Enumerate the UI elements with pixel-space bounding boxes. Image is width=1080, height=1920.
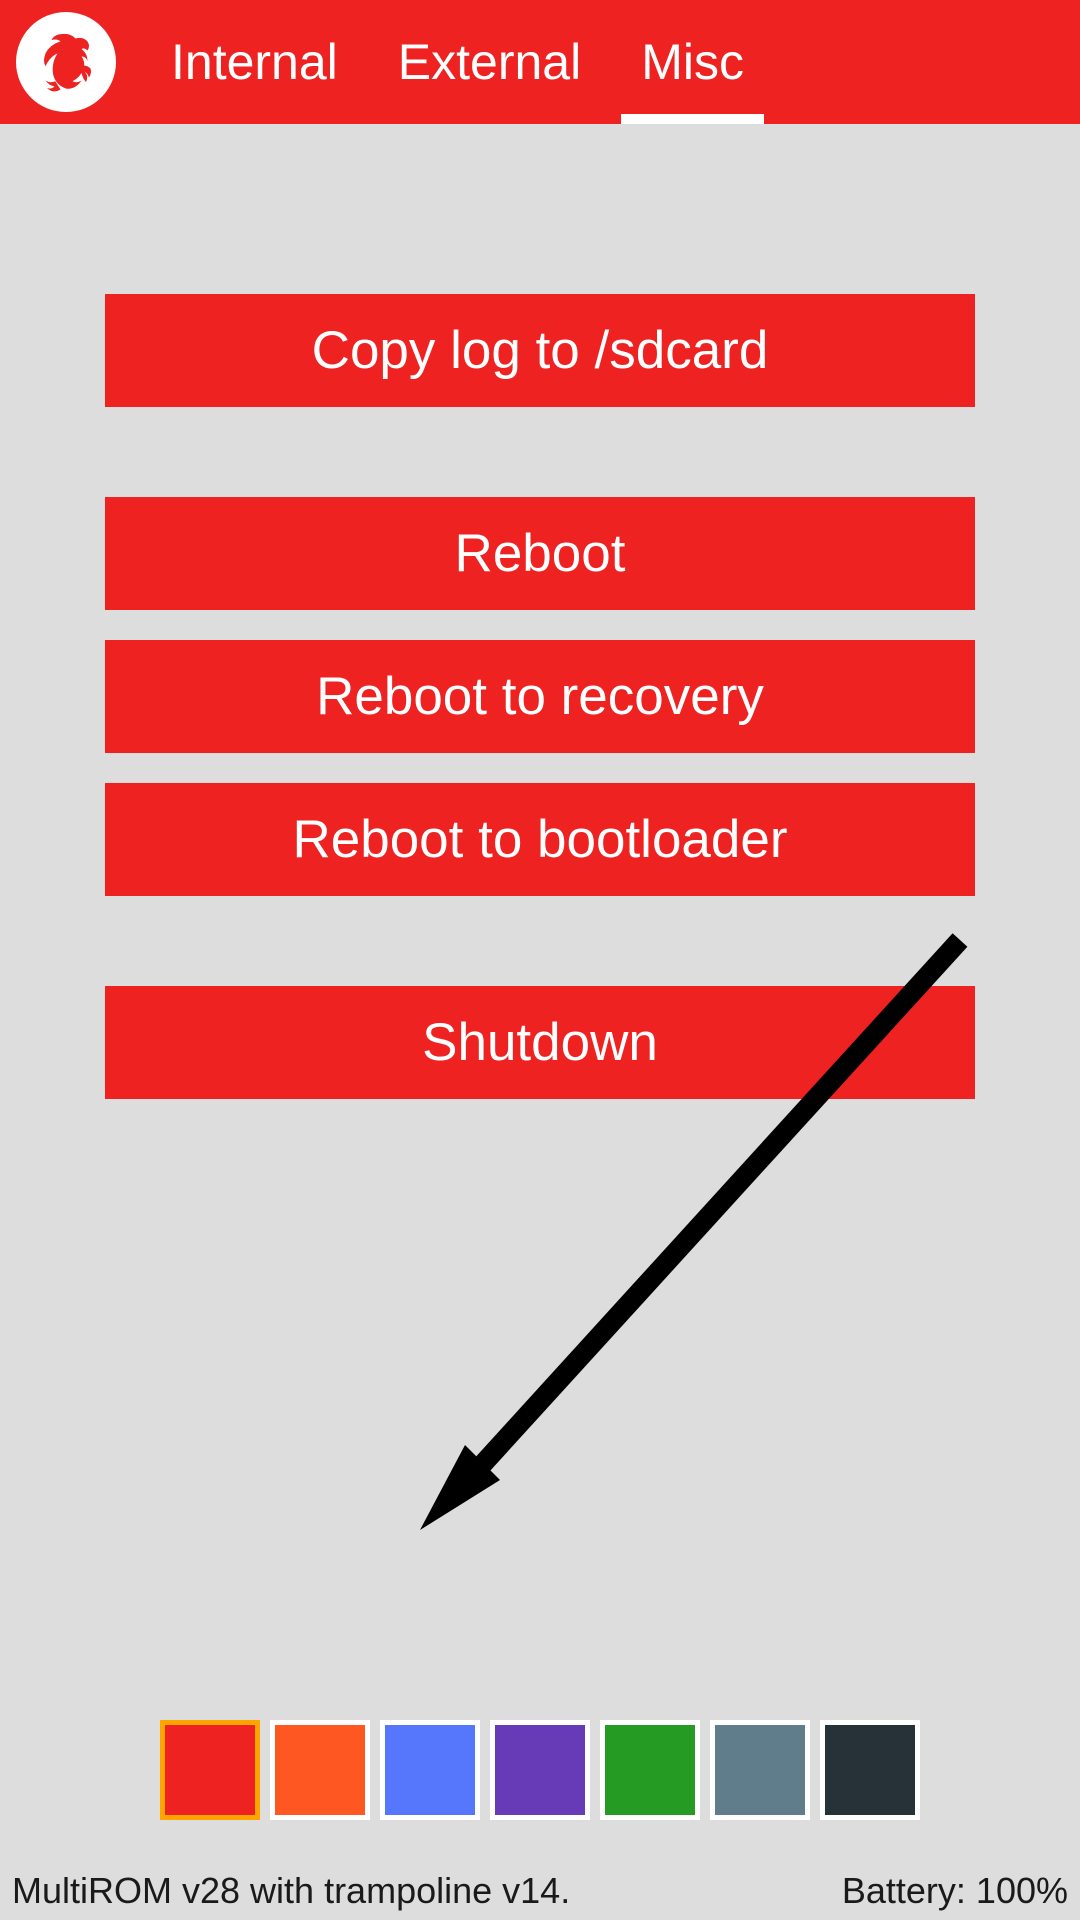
- tab-external[interactable]: External: [368, 0, 611, 124]
- reboot-button[interactable]: Reboot: [105, 497, 975, 610]
- copy-log-button[interactable]: Copy log to /sdcard: [105, 294, 975, 407]
- color-swatch-red[interactable]: [160, 1720, 260, 1820]
- battery-text: Battery: 100%: [842, 1870, 1068, 1912]
- color-swatch-purple[interactable]: [490, 1720, 590, 1820]
- shutdown-button[interactable]: Shutdown: [105, 986, 975, 1099]
- tab-misc[interactable]: Misc: [611, 0, 774, 124]
- color-swatch-dark[interactable]: [820, 1720, 920, 1820]
- content: Copy log to /sdcard Reboot Reboot to rec…: [0, 124, 1080, 1099]
- color-swatch-grey[interactable]: [710, 1720, 810, 1820]
- color-swatches: [160, 1720, 920, 1820]
- color-swatch-orange[interactable]: [270, 1720, 370, 1820]
- header: Internal External Misc: [0, 0, 1080, 124]
- button-group-shutdown: Shutdown: [105, 986, 975, 1099]
- footer: MultiROM v28 with trampoline v14. Batter…: [0, 1862, 1080, 1920]
- color-swatch-blue[interactable]: [380, 1720, 480, 1820]
- version-text: MultiROM v28 with trampoline v14.: [12, 1870, 570, 1912]
- color-swatch-green[interactable]: [600, 1720, 700, 1820]
- reboot-bootloader-button[interactable]: Reboot to bootloader: [105, 783, 975, 896]
- reboot-recovery-button[interactable]: Reboot to recovery: [105, 640, 975, 753]
- logo-icon: [16, 12, 116, 112]
- tab-internal[interactable]: Internal: [141, 0, 368, 124]
- button-group-reboot: Reboot Reboot to recovery Reboot to boot…: [105, 497, 975, 896]
- button-group-log: Copy log to /sdcard: [105, 294, 975, 407]
- tabs: Internal External Misc: [141, 0, 1064, 124]
